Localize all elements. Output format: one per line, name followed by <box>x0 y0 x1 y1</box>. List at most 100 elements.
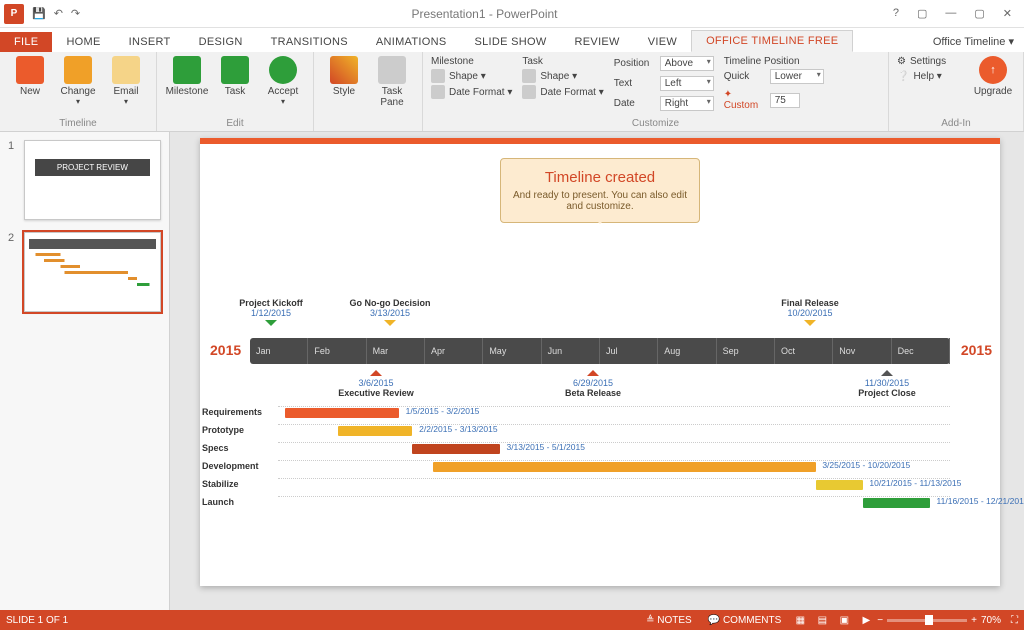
milestone[interactable]: Go No-go Decision3/13/2015 <box>340 298 440 332</box>
milestone-col-label: Milestone <box>431 56 512 67</box>
title-bar: P 💾 ↶ ↷ Presentation1 - PowerPoint ? ▢ —… <box>0 0 1024 28</box>
close-icon[interactable]: ✕ <box>999 7 1016 20</box>
minimize-icon[interactable]: — <box>941 7 960 20</box>
month-mar: Mar <box>367 338 425 364</box>
sorter-view-icon[interactable]: ▤ <box>811 615 833 626</box>
fit-icon[interactable]: ⛶ <box>1011 615 1018 626</box>
change-button[interactable]: Change▾ <box>56 56 100 106</box>
tab-design[interactable]: DESIGN <box>185 32 257 52</box>
task-col-label: Task <box>522 56 603 67</box>
custom-input[interactable]: 75 <box>770 93 800 108</box>
timeline-chart[interactable]: 2015 2015 Project Kickoff1/12/2015Go No-… <box>250 298 950 404</box>
tab-office-timeline[interactable]: OFFICE TIMELINE FREE <box>691 30 853 52</box>
group-edit: Milestone Task Accept▾ Edit <box>157 52 314 131</box>
style-button[interactable]: Style <box>322 56 366 97</box>
normal-view-icon[interactable]: ▦ <box>789 615 811 626</box>
milestone[interactable]: Final Release10/20/2015 <box>760 298 860 332</box>
quick-access-toolbar: 💾 ↶ ↷ <box>32 7 80 20</box>
month-jun: Jun <box>542 338 600 364</box>
tab-review[interactable]: REVIEW <box>561 32 634 52</box>
thumb-2[interactable]: 2 <box>8 232 161 312</box>
milestone[interactable]: 11/30/2015Project Close <box>837 364 937 398</box>
tab-slideshow[interactable]: SLIDE SHOW <box>460 32 560 52</box>
month-aug: Aug <box>658 338 716 364</box>
slide-counter[interactable]: SLIDE 1 OF 1 <box>6 615 68 626</box>
month-oct: Oct <box>775 338 833 364</box>
email-button[interactable]: Email▾ <box>104 56 148 106</box>
tab-insert[interactable]: INSERT <box>115 32 185 52</box>
group-addin: ⚙Settings ❔Help ▾ ↑Upgrade Add-In <box>889 52 1024 131</box>
milestone[interactable]: Project Kickoff1/12/2015 <box>221 298 321 332</box>
undo-icon[interactable]: ↶ <box>54 7 63 20</box>
position-select[interactable]: Above <box>660 56 714 71</box>
tab-file[interactable]: FILE <box>0 32 52 52</box>
tab-transitions[interactable]: TRANSITIONS <box>257 32 362 52</box>
comments-button[interactable]: 💬 COMMENTS <box>700 615 790 626</box>
task-dateformat-dropdown[interactable]: Date Format ▾ <box>522 85 603 99</box>
tab-home[interactable]: HOME <box>52 32 114 52</box>
slideshow-view-icon[interactable]: ▶ <box>855 615 877 626</box>
help-icon[interactable]: ? <box>889 7 903 20</box>
help-button[interactable]: ❔Help ▾ <box>897 71 967 82</box>
month-may: May <box>483 338 541 364</box>
milestones-top: Project Kickoff1/12/2015Go No-go Decisio… <box>250 298 950 338</box>
work-area: 1 PROJECT REVIEW 2 Timeline created And … <box>0 132 1024 610</box>
task-pane-button[interactable]: Task Pane <box>370 56 414 108</box>
zoom-control[interactable]: − + 70% ⛶ <box>877 615 1018 626</box>
task-shape-dropdown[interactable]: Shape ▾ <box>522 69 603 83</box>
maximize-icon[interactable]: ▢ <box>970 7 988 20</box>
status-bar: SLIDE 1 OF 1 ≜ NOTES 💬 COMMENTS ▦ ▤ ▣ ▶ … <box>0 610 1024 630</box>
month-jul: Jul <box>600 338 658 364</box>
text-select[interactable]: Left <box>660 76 714 91</box>
slide-thumbnails[interactable]: 1 PROJECT REVIEW 2 <box>0 132 170 610</box>
thumb-1[interactable]: 1 PROJECT REVIEW <box>8 140 161 220</box>
month-sep: Sep <box>717 338 775 364</box>
task-button[interactable]: Task <box>213 56 257 97</box>
milestone-dateformat-dropdown[interactable]: Date Format ▾ <box>431 85 512 99</box>
zoom-in-icon[interactable]: + <box>971 615 977 626</box>
tab-animations[interactable]: ANIMATIONS <box>362 32 461 52</box>
milestone-button[interactable]: Milestone <box>165 56 209 97</box>
callout-body: And ready to present. You can also edit … <box>511 190 689 212</box>
task-row[interactable]: Requirements1/5/2015 - 3/2/2015 <box>200 403 950 421</box>
ribbon: New Change▾ Email▾ Timeline Milestone Ta… <box>0 52 1024 132</box>
window-title: Presentation1 - PowerPoint <box>80 7 889 21</box>
accept-button[interactable]: Accept▾ <box>261 56 305 106</box>
task-row[interactable]: Prototype2/2/2015 - 3/13/2015 <box>200 421 950 439</box>
milestone-shape-dropdown[interactable]: Shape ▾ <box>431 69 512 83</box>
date-select[interactable]: Right <box>660 96 714 111</box>
slide-accent-bar <box>200 138 1000 144</box>
upgrade-button[interactable]: ↑Upgrade <box>971 56 1015 97</box>
task-row[interactable]: Stabilize10/21/2015 - 11/13/2015 <box>200 475 950 493</box>
tab-office-timeline-menu[interactable]: Office Timeline ▾ <box>923 31 1024 52</box>
zoom-out-icon[interactable]: − <box>877 615 883 626</box>
gantt-tasks: Requirements1/5/2015 - 3/2/2015Prototype… <box>200 403 950 511</box>
tab-view[interactable]: VIEW <box>634 32 691 52</box>
slide-canvas[interactable]: Timeline created And ready to present. Y… <box>170 132 1024 610</box>
month-nov: Nov <box>833 338 891 364</box>
zoom-value[interactable]: 70% <box>981 615 1001 626</box>
slide[interactable]: Timeline created And ready to present. Y… <box>200 138 1000 586</box>
month-dec: Dec <box>892 338 950 364</box>
milestone[interactable]: 6/29/2015Beta Release <box>543 364 643 398</box>
redo-icon[interactable]: ↷ <box>71 7 80 20</box>
save-icon[interactable]: 💾 <box>32 7 46 20</box>
task-row[interactable]: Development3/25/2015 - 10/20/2015 <box>200 457 950 475</box>
callout-title: Timeline created <box>511 169 689 186</box>
settings-button[interactable]: ⚙Settings <box>897 56 967 67</box>
notes-button[interactable]: ≜ NOTES <box>638 615 700 626</box>
new-button[interactable]: New <box>8 56 52 97</box>
gear-icon: ⚙ <box>897 56 906 67</box>
group-timeline: New Change▾ Email▾ Timeline <box>0 52 157 131</box>
quick-select[interactable]: Lower <box>770 69 824 84</box>
milestone[interactable]: 3/6/2015Executive Review <box>326 364 426 398</box>
zoom-slider[interactable] <box>887 619 967 622</box>
ribbon-options-icon[interactable]: ▢ <box>913 7 931 20</box>
reading-view-icon[interactable]: ▣ <box>833 615 855 626</box>
task-row[interactable]: Specs3/13/2015 - 5/1/2015 <box>200 439 950 457</box>
month-jan: Jan <box>250 338 308 364</box>
year-right: 2015 <box>961 342 992 358</box>
window-controls: ? ▢ — ▢ ✕ <box>889 7 1016 20</box>
app-icon: P <box>4 4 24 24</box>
task-row[interactable]: Launch11/16/2015 - 12/21/2015 <box>200 493 950 511</box>
